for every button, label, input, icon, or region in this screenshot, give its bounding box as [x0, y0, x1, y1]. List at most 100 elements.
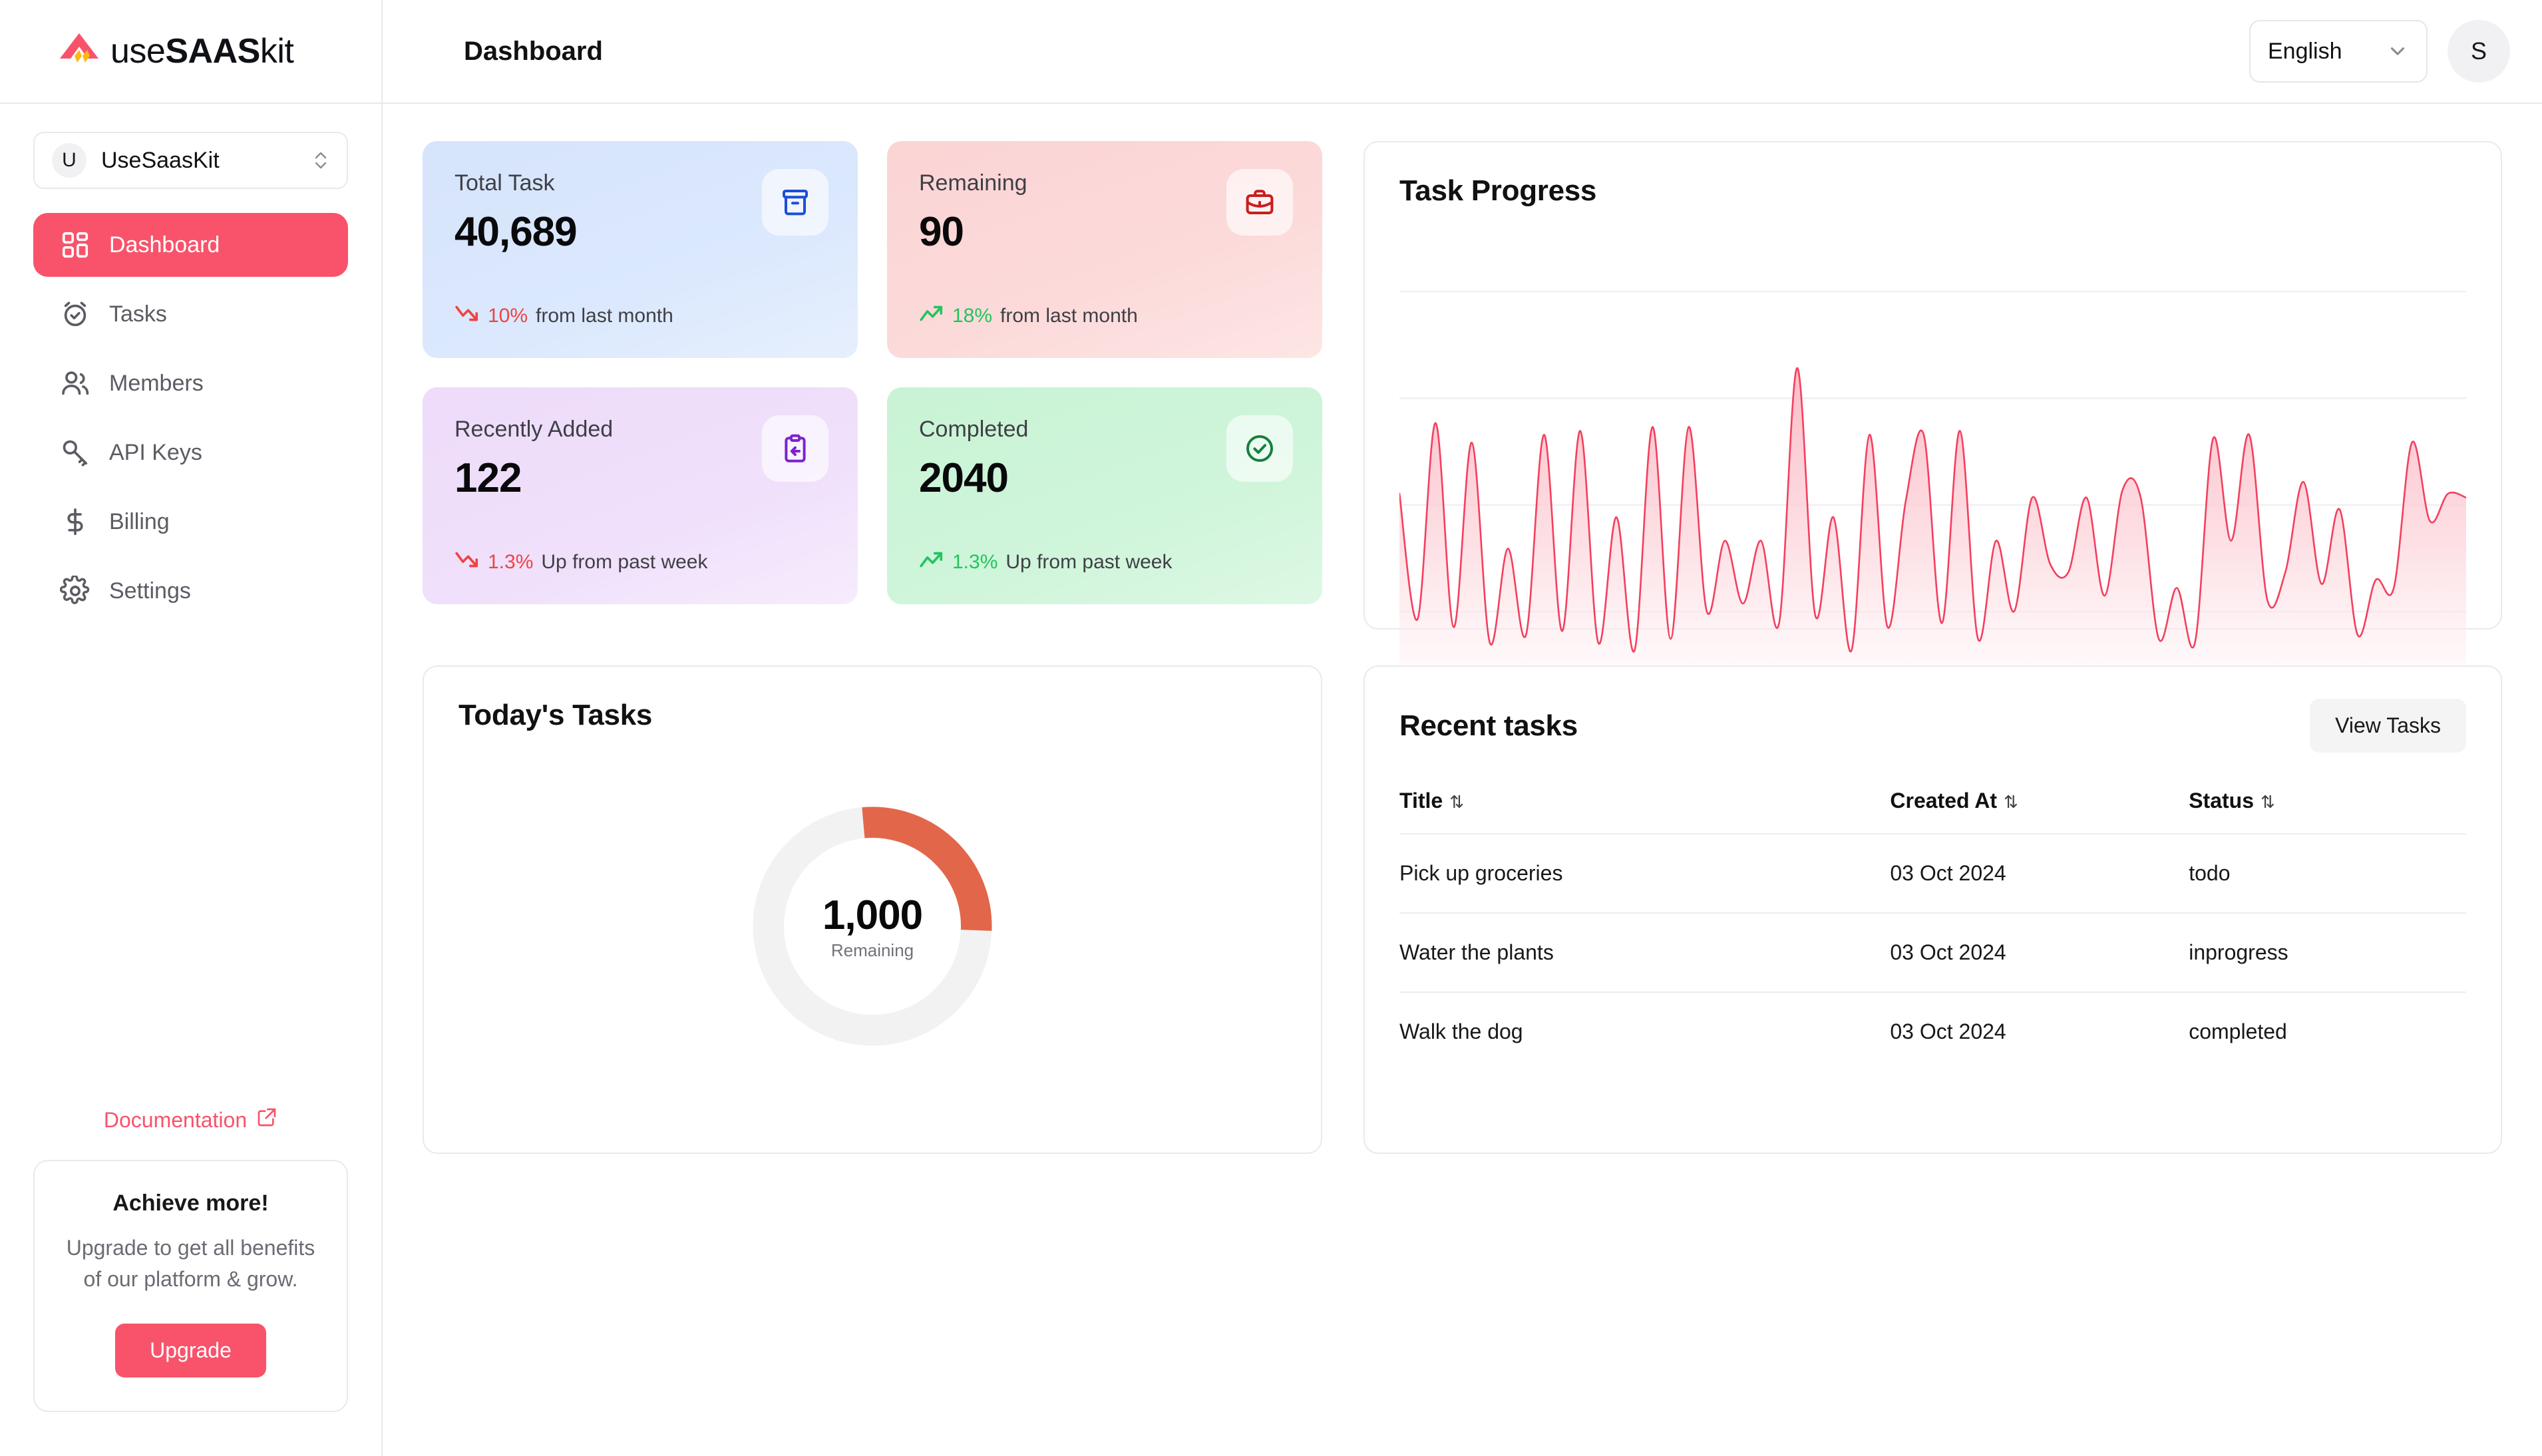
panel-title: Recent tasks — [1399, 709, 1578, 742]
stat-delta: 1.3% Up from past week — [919, 550, 1290, 575]
donut-center: 1,000 Remaining — [749, 803, 996, 1050]
documentation-label: Documentation — [103, 1107, 248, 1132]
promo-title: Achieve more! — [112, 1190, 269, 1216]
avatar[interactable]: S — [2448, 20, 2510, 83]
sidebar-item-label: Billing — [109, 508, 170, 534]
task-status: todo — [2189, 834, 2466, 914]
brand-kit: kit — [260, 32, 294, 71]
trend-up-icon — [919, 550, 944, 575]
check-circle-icon — [1226, 415, 1293, 482]
sidebar-item-billing[interactable]: Billing — [33, 490, 348, 554]
main-area: Dashboard English S Total Task 40,689 10… — [383, 0, 2542, 1456]
recent-tasks-panel: Recent tasks View Tasks Title ⇅ Created A… — [1363, 665, 2502, 1154]
brand-wordmark: useSAASkit — [110, 31, 294, 71]
task-created-at: 03 Oct 2024 — [1890, 834, 2189, 914]
sidebar-item-members[interactable]: Members — [33, 351, 348, 415]
stat-delta-pct: 18% — [952, 305, 993, 327]
table-row[interactable]: Pick up groceries 03 Oct 2024 todo — [1399, 834, 2466, 914]
sidebar-item-api-keys[interactable]: API Keys — [33, 421, 348, 484]
donut-value: 1,000 — [822, 892, 923, 938]
external-link-icon — [256, 1107, 277, 1133]
dollar-icon — [60, 506, 91, 537]
language-select[interactable]: English — [2249, 20, 2428, 83]
column-header-created-at[interactable]: Created At ⇅ — [1890, 789, 2189, 834]
stat-card-recently-added: Recently Added 122 1.3% Up from past wee… — [423, 387, 858, 604]
stat-delta: 1.3% Up from past week — [454, 550, 826, 575]
stat-delta-pct: 1.3% — [488, 551, 534, 573]
task-status: inprogress — [2189, 913, 2466, 993]
task-title: Pick up groceries — [1399, 834, 1891, 914]
trend-down-icon — [454, 303, 480, 329]
sidebar: useSAASkit U UseSaasKit Dashboard Tasks … — [0, 0, 383, 1456]
upgrade-button[interactable]: Upgrade — [115, 1324, 266, 1377]
sidebar-item-settings[interactable]: Settings — [33, 559, 348, 623]
brand-logo[interactable]: useSAASkit — [0, 0, 381, 104]
table-head: Title ⇅ Created At ⇅ Status ⇅ — [1399, 789, 2466, 834]
stat-delta: 18% from last month — [919, 303, 1290, 329]
sidebar-item-label: API Keys — [109, 439, 202, 465]
task-progress-area-chart — [1399, 238, 2466, 665]
task-title: Water the plants — [1399, 913, 1891, 993]
task-progress-panel: Task Progress — [1363, 141, 2502, 694]
stat-card-remaining: Remaining 90 18% from last month — [887, 141, 1322, 358]
sidebar-item-label: Settings — [109, 578, 191, 604]
org-switcher[interactable]: U UseSaasKit — [33, 132, 348, 189]
stat-delta-text: from last month — [1000, 305, 1138, 327]
stat-delta-text: Up from past week — [1005, 551, 1173, 573]
stat-card-completed: Completed 2040 1.3% Up from past week — [887, 387, 1322, 604]
panel-title: Today's Tasks — [458, 699, 653, 731]
stat-delta-pct: 1.3% — [952, 551, 998, 573]
sidebar-item-dashboard[interactable]: Dashboard — [33, 213, 348, 277]
stat-delta: 10% from last month — [454, 303, 826, 329]
users-icon — [60, 368, 91, 399]
stat-delta-text: Up from past week — [541, 551, 708, 573]
table-row[interactable]: Walk the dog 03 Oct 2024 completed — [1399, 992, 2466, 1071]
column-label: Created At — [1890, 789, 1997, 813]
usesaaskit-logo-icon — [59, 32, 100, 71]
view-tasks-button[interactable]: View Tasks — [2310, 699, 2466, 753]
chevron-up-down-icon — [312, 147, 329, 174]
chevron-down-icon — [2386, 40, 2409, 63]
stat-card-total-task: Total Task 40,689 10% from last month — [423, 141, 858, 358]
documentation-link[interactable]: Documentation — [0, 1107, 381, 1160]
donut-label: Remaining — [830, 940, 914, 960]
table-header-row: Title ⇅ Created At ⇅ Status ⇅ — [1399, 789, 2466, 834]
upgrade-promo-card: Achieve more! Upgrade to get all benefit… — [33, 1160, 348, 1412]
column-header-title[interactable]: Title ⇅ — [1399, 789, 1891, 834]
sort-updown-icon[interactable]: ⇅ — [1449, 792, 1464, 812]
app-root: useSAASkit U UseSaasKit Dashboard Tasks … — [0, 0, 2542, 1456]
dashboard-content: Total Task 40,689 10% from last month Re… — [383, 104, 2542, 1456]
alarm-check-icon — [60, 299, 91, 329]
key-icon — [60, 437, 91, 468]
top-row: Total Task 40,689 10% from last month Re… — [423, 141, 2502, 694]
task-title: Walk the dog — [1399, 1019, 1523, 1043]
trend-up-icon — [919, 303, 944, 329]
sidebar-nav: Dashboard Tasks Members API Keys Billing… — [0, 189, 381, 623]
recent-tasks-table: Title ⇅ Created At ⇅ Status ⇅ Pick up groce… — [1399, 789, 2466, 1071]
bottom-row: Today's Tasks 1,000 Remaining Recent tas… — [423, 665, 2502, 1154]
sort-updown-icon[interactable]: ⇅ — [2004, 792, 2018, 812]
sidebar-item-tasks[interactable]: Tasks — [33, 282, 348, 346]
recent-tasks-header: Recent tasks View Tasks — [1399, 699, 2466, 753]
gear-icon — [60, 576, 91, 606]
task-status: completed — [2189, 1019, 2287, 1043]
column-label: Title — [1399, 789, 1443, 813]
sort-updown-icon[interactable]: ⇅ — [2261, 792, 2275, 812]
stat-cards: Total Task 40,689 10% from last month Re… — [423, 141, 1322, 604]
stat-delta-text: from last month — [536, 305, 673, 327]
grid-dashboard-icon — [60, 230, 91, 260]
clipboard-import-icon — [762, 415, 828, 482]
table-row[interactable]: Water the plants 03 Oct 2024 inprogress — [1399, 913, 2466, 993]
brand-use: use — [110, 32, 166, 71]
todays-tasks-panel: Today's Tasks 1,000 Remaining — [423, 665, 1322, 1154]
briefcase-icon — [1226, 169, 1293, 236]
task-created-at: 03 Oct 2024 — [1890, 913, 2189, 993]
topbar: Dashboard English S — [383, 0, 2542, 104]
column-header-status[interactable]: Status ⇅ — [2189, 789, 2466, 834]
stat-delta-pct: 10% — [488, 305, 528, 327]
page-title: Dashboard — [464, 36, 603, 66]
topbar-right: English S — [2249, 20, 2510, 83]
org-switcher-container: U UseSaasKit — [0, 104, 381, 189]
language-value: English — [2268, 38, 2342, 64]
